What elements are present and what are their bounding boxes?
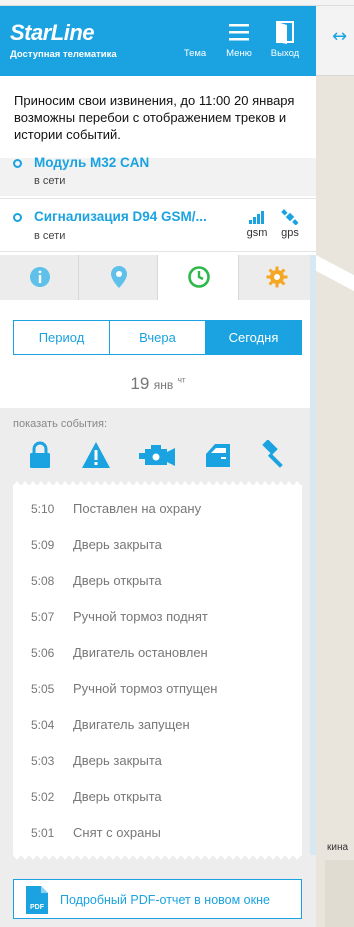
maintenance-notice: Приносим свои извинения, до 11:00 20 янв… — [0, 76, 316, 158]
event-item: 5:08 Дверь открыта — [31, 573, 162, 588]
today-button[interactable]: Сегодня — [206, 321, 301, 354]
hammer-icon — [262, 439, 283, 468]
hamburger-icon — [220, 20, 258, 44]
satellite-icon — [277, 209, 303, 227]
event-list: 5:10 Поставлен на охрану 5:09 Дверь закрыт… — [13, 485, 302, 855]
filter-service[interactable] — [259, 439, 289, 470]
gear-icon — [266, 266, 288, 288]
engine-icon — [139, 445, 175, 466]
theme-button[interactable]: Тема — [176, 20, 214, 70]
map-street-label: кина — [327, 842, 349, 853]
lock-icon — [30, 441, 50, 468]
show-events-label: показать события: — [13, 418, 108, 430]
exit-door-icon — [266, 20, 304, 44]
filter-security[interactable] — [25, 440, 55, 470]
event-item: 5:09 Дверь закрыта — [31, 537, 162, 552]
period-button[interactable]: Период — [14, 321, 110, 354]
map-area[interactable] — [316, 6, 354, 927]
tab-settings[interactable] — [239, 255, 316, 300]
device-item-selected[interactable]: Сигнализация D94 GSM/... в сети gsm gps — [0, 198, 316, 252]
period-selector: Период Вчера Сегодня — [13, 320, 302, 355]
expand-arrow-icon[interactable]: ↔ — [332, 26, 347, 47]
warning-icon — [82, 442, 110, 468]
tab-info[interactable] — [0, 255, 79, 300]
menu-button[interactable]: Меню — [220, 20, 258, 70]
status-dot-icon — [13, 213, 22, 222]
info-icon — [30, 267, 50, 287]
status-dot-icon — [13, 159, 22, 168]
location-pin-icon — [111, 266, 127, 288]
list-bottom-edge — [13, 855, 302, 860]
event-item: 5:10 Поставлен на охрану — [31, 501, 202, 516]
clock-icon — [188, 266, 210, 288]
event-item: 5:05 Ручной тормоз отпущен — [31, 681, 218, 696]
pdf-icon-text: PDF — [30, 904, 45, 911]
event-item: 5:06 Двигатель остановлен — [31, 645, 208, 660]
list-top-edge — [13, 481, 302, 486]
tab-map[interactable] — [79, 255, 158, 300]
event-item: 5:01 Снят с охраны — [31, 825, 161, 840]
gps-indicator: gps — [277, 209, 303, 239]
map-block — [325, 860, 354, 927]
event-item: 5:04 Двигатель запущен — [31, 717, 190, 732]
yesterday-button[interactable]: Вчера — [110, 321, 206, 354]
event-item: 5:02 Дверь открыта — [31, 789, 162, 804]
device-status: в сети — [34, 230, 66, 242]
pdf-report-button[interactable]: PDF Подробный PDF-отчет в новом окне — [13, 879, 302, 919]
scrollbar[interactable] — [310, 255, 316, 855]
filter-alarm[interactable] — [81, 440, 111, 470]
device-status: в сети — [34, 175, 66, 187]
device-item[interactable]: Модуль M32 CAN в сети — [0, 155, 316, 196]
device-name: Сигнализация D94 GSM/... — [34, 209, 207, 224]
device-name: Модуль M32 CAN — [34, 155, 150, 170]
filter-doors[interactable] — [203, 440, 233, 470]
gsm-indicator: gsm — [244, 209, 270, 239]
signal-bars-icon — [244, 209, 270, 227]
selected-date[interactable]: 19 янв чт — [0, 374, 316, 394]
tab-history[interactable] — [158, 255, 239, 300]
tagline: Доступная телематика — [10, 49, 117, 60]
event-item: 5:07 Ручной тормоз поднят — [31, 609, 208, 624]
pdf-file-icon: PDF — [26, 886, 48, 914]
logout-button[interactable]: Выход — [266, 20, 304, 70]
moon-icon — [176, 20, 214, 44]
event-item: 5:03 Дверь закрыта — [31, 753, 162, 768]
app-header: StarLine Доступная телематика Тема Меню … — [0, 6, 316, 76]
car-door-icon — [206, 444, 230, 467]
logo[interactable]: StarLine — [10, 20, 95, 46]
filter-engine[interactable] — [139, 440, 177, 470]
tab-bar — [0, 255, 316, 300]
